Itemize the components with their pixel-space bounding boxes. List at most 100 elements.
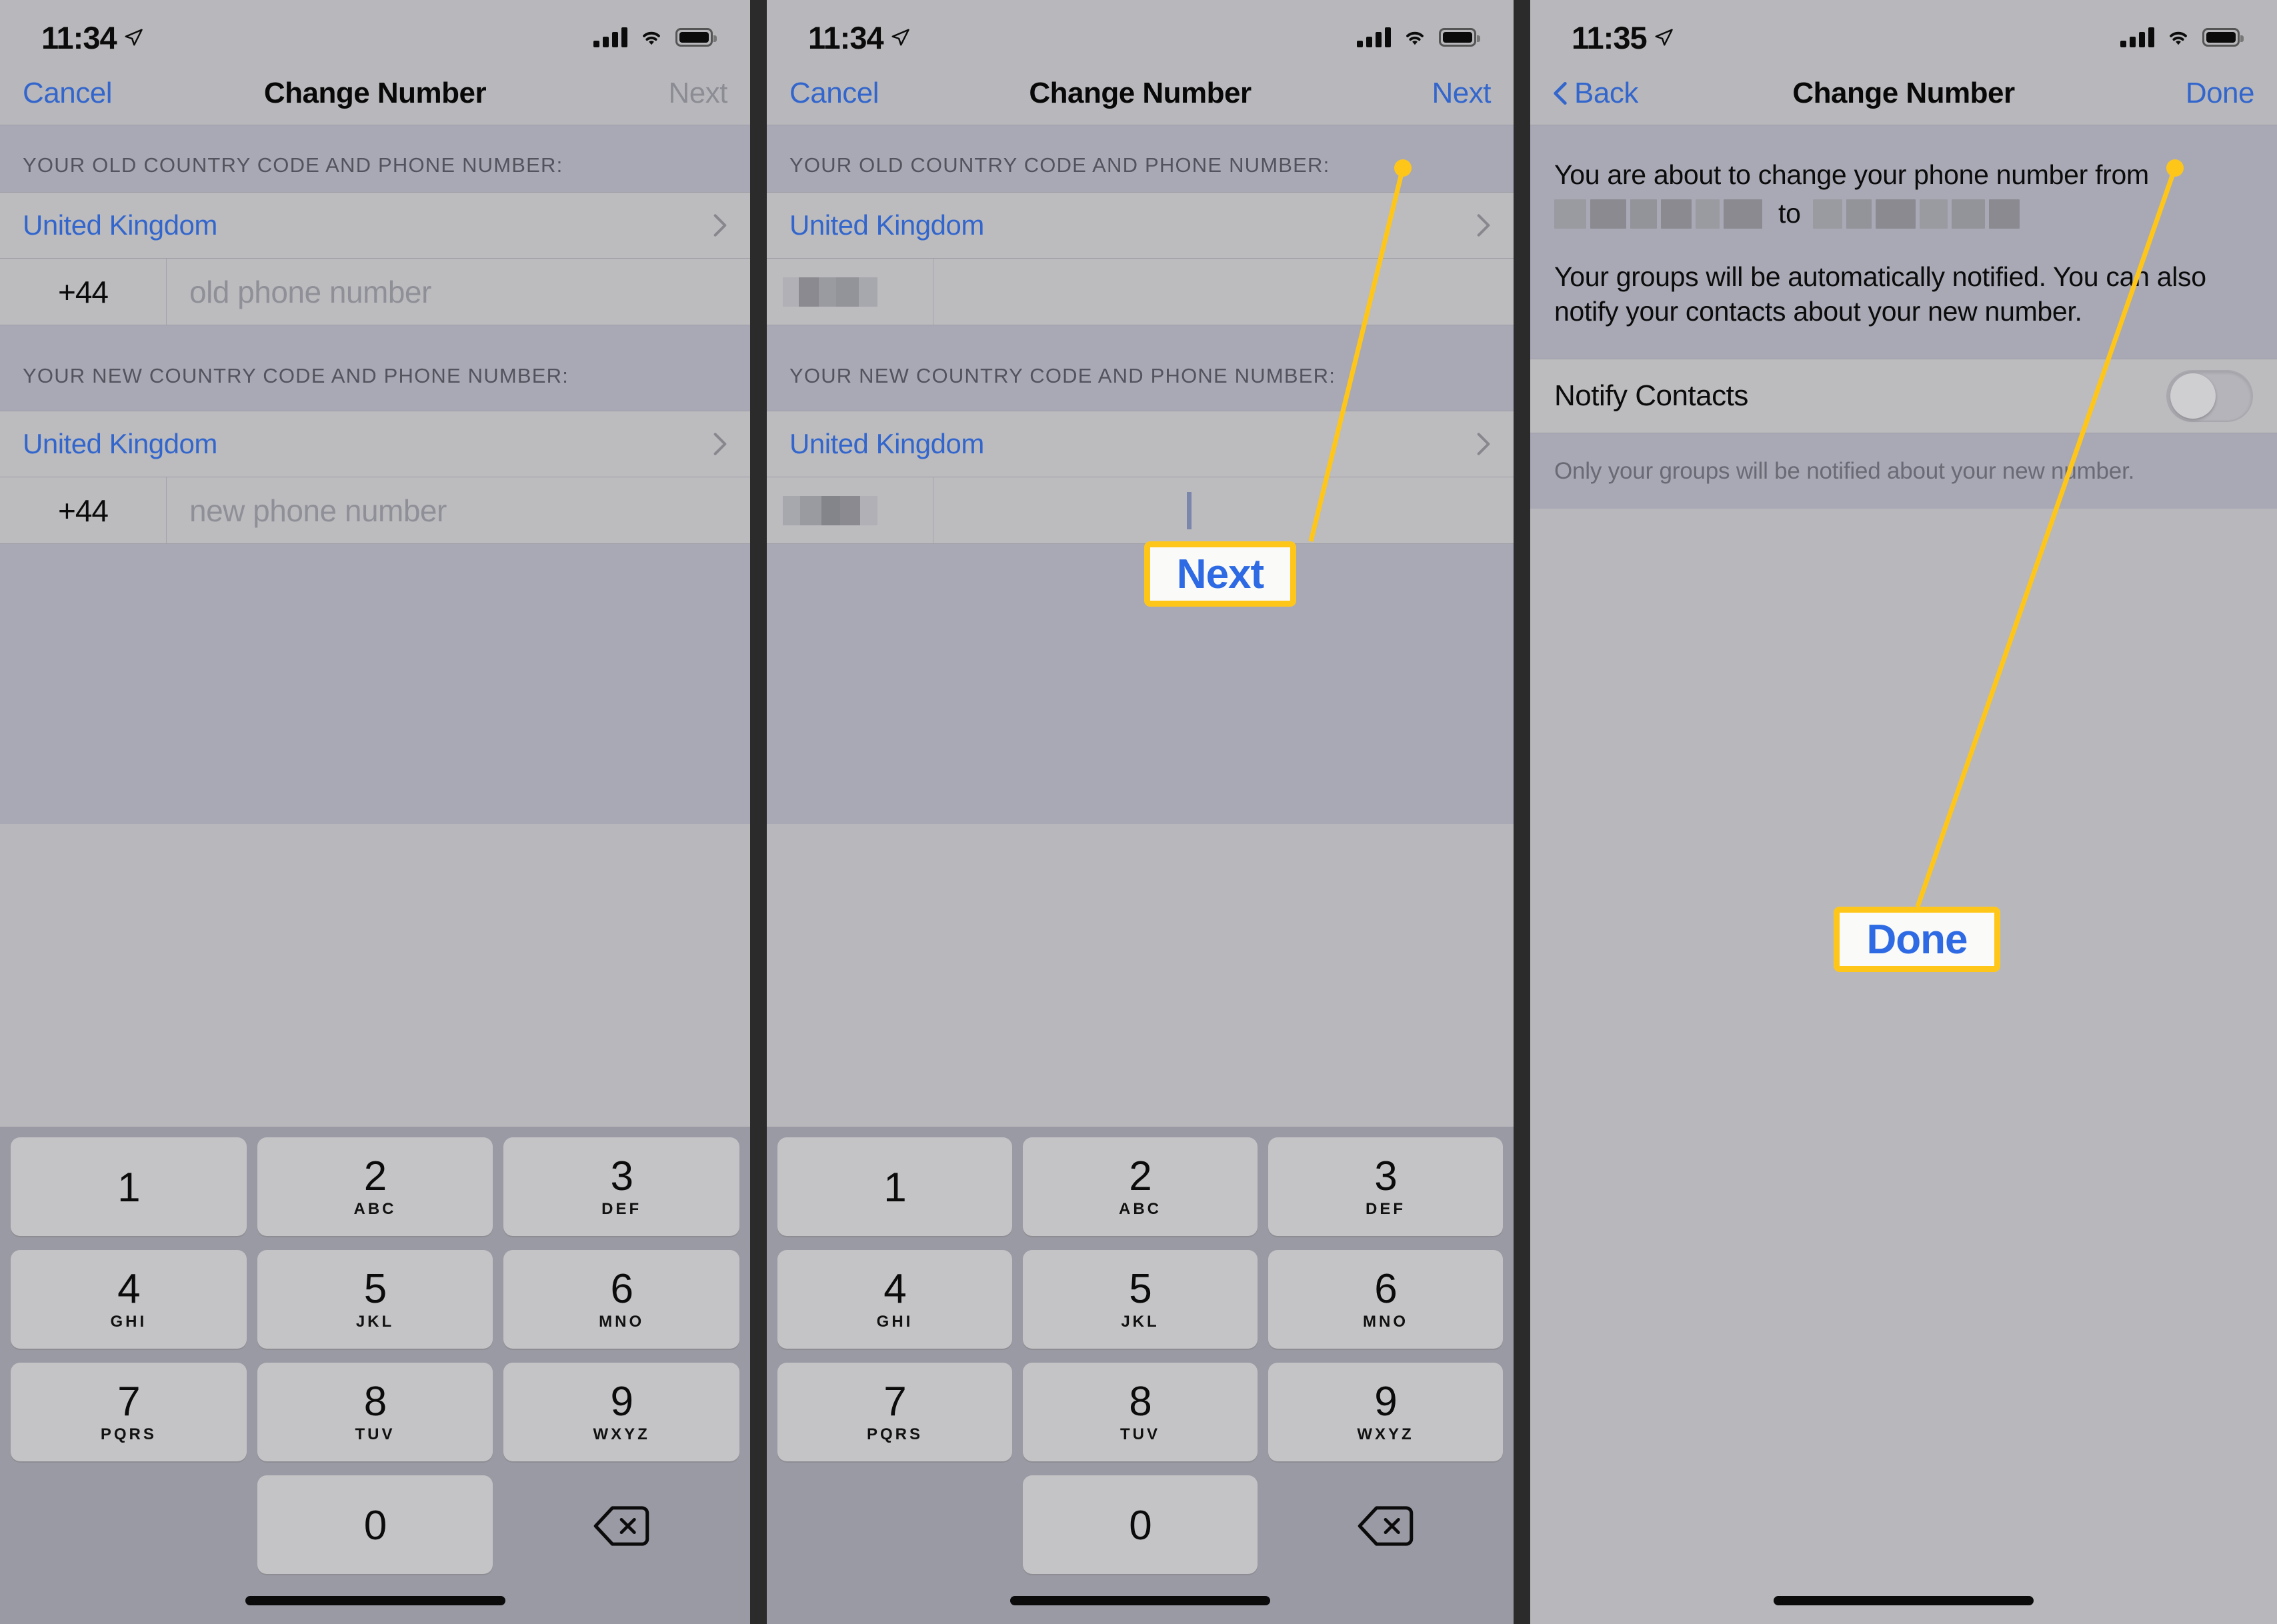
toggle-knob — [2170, 373, 2216, 419]
key-letters: PQRS — [100, 1425, 157, 1444]
home-indicator[interactable] — [1010, 1596, 1270, 1605]
key-1[interactable]: 1 — [777, 1137, 1012, 1236]
home-indicator[interactable] — [245, 1596, 505, 1605]
back-button[interactable]: Back — [1553, 77, 1638, 110]
backspace-delete-icon — [593, 1506, 649, 1546]
text-caret — [1187, 491, 1192, 529]
old-phone-number-redacted[interactable] — [933, 259, 1514, 325]
key-2[interactable]: 2 ABC — [257, 1137, 493, 1236]
old-country-code-redacted — [767, 259, 933, 325]
cellular-signal-icon — [1357, 27, 1391, 47]
key-7[interactable]: 7 PQRS — [777, 1363, 1012, 1461]
key-5[interactable]: 5 JKL — [1023, 1250, 1258, 1349]
key-digit: 5 — [1129, 1265, 1152, 1312]
cancel-button[interactable]: Cancel — [789, 77, 879, 110]
old-country-row[interactable]: United Kingdom — [767, 192, 1514, 259]
key-0[interactable]: 0 — [257, 1475, 493, 1574]
key-digit: 7 — [883, 1378, 906, 1425]
key-7[interactable]: 7 PQRS — [11, 1363, 247, 1461]
new-phone-number-redacted[interactable] — [933, 477, 1514, 543]
new-number-section-header: YOUR NEW COUNTRY CODE AND PHONE NUMBER: — [767, 325, 1514, 411]
new-country-code: +44 — [0, 477, 167, 543]
screen-2: 11:34 Cancel Change Number Next YOUR OLD… — [767, 0, 1514, 1624]
next-button[interactable]: Next — [669, 77, 728, 110]
key-letters: DEF — [601, 1200, 642, 1219]
key-9[interactable]: 9 WXYZ — [1268, 1363, 1503, 1461]
old-phone-row-filled[interactable] — [767, 259, 1514, 325]
key-digit: 4 — [883, 1265, 906, 1312]
backspace-key[interactable] — [503, 1475, 739, 1574]
key-digit: 1 — [117, 1164, 140, 1211]
page-title: Change Number — [1792, 76, 2015, 109]
backspace-key[interactable] — [1268, 1475, 1503, 1574]
new-country-row[interactable]: United Kingdom — [767, 411, 1514, 477]
key-1[interactable]: 1 — [11, 1137, 247, 1236]
keypad-spacer — [11, 1475, 247, 1574]
location-arrow-icon — [891, 29, 909, 46]
new-number-section-header: YOUR NEW COUNTRY CODE AND PHONE NUMBER: — [0, 325, 750, 411]
callout-done: Done — [1834, 907, 2000, 972]
key-8[interactable]: 8 TUV — [257, 1363, 493, 1461]
key-digit: 0 — [1129, 1502, 1152, 1549]
notify-contacts-toggle[interactable] — [2166, 369, 2253, 422]
key-8[interactable]: 8 TUV — [1023, 1363, 1258, 1461]
status-bar-left: 11:34 — [808, 19, 910, 56]
new-phone-row-filled[interactable] — [767, 477, 1514, 544]
new-phone-input[interactable]: new phone number — [167, 493, 750, 529]
status-bar-left: 11:35 — [1572, 19, 1674, 56]
status-bar-left: 11:34 — [41, 19, 143, 56]
page-title: Change Number — [1029, 76, 1252, 109]
key-letters: JKL — [355, 1313, 395, 1331]
home-indicator[interactable] — [1774, 1596, 2034, 1605]
screen-3: 11:35 Back Change Number Done You are ab… — [1530, 0, 2277, 1624]
key-4[interactable]: 4 GHI — [777, 1250, 1012, 1349]
keypad-row-1: 1 2 ABC 3 DEF — [772, 1137, 1508, 1236]
content-filler — [0, 544, 750, 824]
done-button[interactable]: Done — [2186, 77, 2255, 110]
key-digit: 2 — [363, 1153, 387, 1199]
key-6[interactable]: 6 MNO — [503, 1250, 740, 1349]
nav-bar: Back Change Number Done — [1530, 61, 2277, 125]
key-0[interactable]: 0 — [1023, 1475, 1258, 1574]
nav-bar: Cancel Change Number Next — [767, 61, 1514, 125]
old-number-section-header: YOUR OLD COUNTRY CODE AND PHONE NUMBER: — [767, 125, 1514, 192]
notify-contacts-label: Notify Contacts — [1554, 379, 1748, 412]
key-5[interactable]: 5 JKL — [257, 1250, 493, 1349]
notify-contacts-row[interactable]: Notify Contacts — [1530, 358, 2277, 433]
key-letters: JKL — [1121, 1313, 1160, 1331]
key-3[interactable]: 3 DEF — [1268, 1137, 1503, 1236]
status-time: 11:34 — [41, 19, 117, 55]
key-6[interactable]: 6 MNO — [1268, 1250, 1503, 1349]
cancel-button[interactable]: Cancel — [23, 77, 112, 110]
new-country-row[interactable]: United Kingdom — [0, 411, 750, 477]
old-country-code: +44 — [0, 259, 167, 325]
key-9[interactable]: 9 WXYZ — [503, 1363, 740, 1461]
old-phone-input[interactable]: old phone number — [167, 274, 750, 310]
old-phone-row[interactable]: +44 old phone number — [0, 259, 750, 325]
intro-to-word: to — [1778, 198, 1801, 229]
keypad-row-3: 7 PQRS 8 TUV 9 WXYZ — [5, 1363, 745, 1461]
key-digit: 6 — [1374, 1265, 1397, 1312]
nav-bar: Cancel Change Number Next — [0, 61, 750, 125]
key-2[interactable]: 2 ABC — [1023, 1137, 1258, 1236]
content-filler — [767, 544, 1514, 824]
backspace-delete-icon — [1358, 1506, 1414, 1546]
key-4[interactable]: 4 GHI — [11, 1250, 247, 1349]
key-letters: TUV — [355, 1425, 395, 1444]
redacted-number-line: to — [1554, 196, 2253, 231]
new-phone-row[interactable]: +44 new phone number — [0, 477, 750, 544]
old-country-row[interactable]: United Kingdom — [0, 192, 750, 259]
back-button-label: Back — [1574, 76, 1638, 109]
wifi-icon — [2170, 31, 2187, 45]
key-digit: 0 — [363, 1502, 387, 1549]
next-button[interactable]: Next — [1432, 77, 1492, 110]
key-3[interactable]: 3 DEF — [503, 1137, 740, 1236]
key-letters: GHI — [110, 1313, 147, 1331]
status-bar: 11:35 — [1530, 0, 2277, 61]
intro-line-1: You are about to change your phone numbe… — [1554, 159, 2149, 190]
panel-divider — [750, 0, 767, 1624]
numeric-keypad: 1 2 ABC 3 DEF 4 GHI 5 JKL 6 MNO 7 PQRS 8 TUV 9W… — [0, 1127, 750, 1624]
numeric-keypad: 1 2 ABC 3 DEF 4 GHI 5 JKL 6 MNO 7 PQRS 8 TUV 9W… — [767, 1127, 1514, 1624]
notify-contacts-footnote: Only your groups will be notified about … — [1530, 433, 2277, 509]
status-bar-right — [2120, 27, 2244, 47]
